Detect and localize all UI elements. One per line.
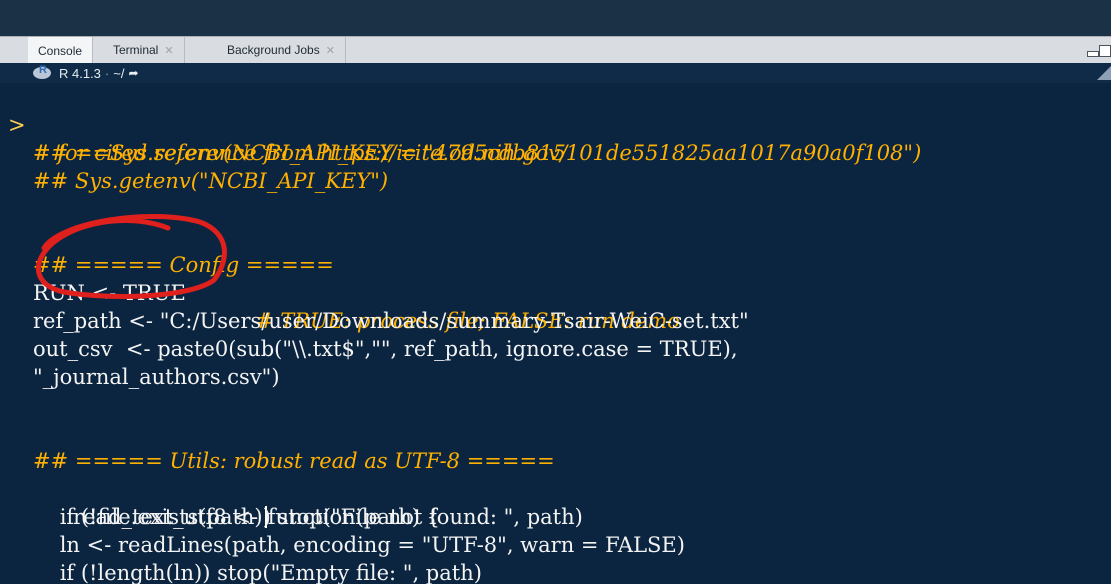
tab-terminal[interactable]: Terminal ✕ bbox=[103, 37, 185, 63]
console-line: ## ===== Config ===== bbox=[33, 253, 334, 277]
working-directory[interactable]: ~/ bbox=[113, 66, 124, 81]
console-line: if (!file.exists(path)) stop("File not f… bbox=[33, 505, 583, 529]
console-line: if (!length(ln)) stop("Empty file: ", pa… bbox=[33, 561, 482, 584]
pane-tab-bar: Console Terminal ✕ Background Jobs ✕ bbox=[0, 36, 1111, 64]
console-line: "_journal_authors.csv") bbox=[33, 365, 280, 389]
resize-handle-icon[interactable] bbox=[1097, 66, 1111, 80]
pane-window-controls bbox=[1087, 45, 1111, 59]
console-line: ref_path <- "C:/Users/user/Downloads/sum… bbox=[33, 309, 749, 333]
tab-console[interactable]: Console bbox=[28, 37, 94, 64]
console-line: out_csv <- paste0(sub("\\.txt$","", ref_… bbox=[33, 337, 738, 361]
console-line: ## Sys.getenv("NCBI_API_KEY") bbox=[33, 169, 389, 193]
tab-label: Background Jobs bbox=[227, 43, 320, 57]
console-line: RUN <- TRUE bbox=[33, 281, 186, 305]
separator: · bbox=[104, 65, 110, 81]
r-version: R 4.1.3 bbox=[59, 65, 101, 81]
console-line: ln <- readLines(path, encoding = "UTF-8"… bbox=[33, 533, 685, 557]
console-output[interactable]: > # for cited reference from https://ici… bbox=[0, 83, 1111, 584]
console-info-bar: R 4.1.3 · ~/ ➦ bbox=[0, 63, 1111, 83]
window-top-strip bbox=[0, 0, 1111, 36]
console-line: ## ===== Utils: robust read as UTF-8 ===… bbox=[33, 449, 555, 473]
close-icon[interactable]: ✕ bbox=[326, 44, 335, 57]
go-to-directory-icon[interactable]: ➦ bbox=[128, 66, 138, 80]
console-line: ## ==Sys.setenv(NCBI_API_KEY = "4795cdb8… bbox=[33, 141, 922, 165]
tab-label: Terminal bbox=[113, 43, 159, 57]
tab-background-jobs[interactable]: Background Jobs ✕ bbox=[217, 37, 346, 63]
tab-label: Console bbox=[38, 43, 83, 58]
r-logo-icon bbox=[33, 64, 51, 79]
maximize-pane-icon[interactable] bbox=[1099, 45, 1111, 57]
minimize-pane-icon[interactable] bbox=[1087, 51, 1099, 57]
close-icon[interactable]: ✕ bbox=[164, 44, 173, 57]
